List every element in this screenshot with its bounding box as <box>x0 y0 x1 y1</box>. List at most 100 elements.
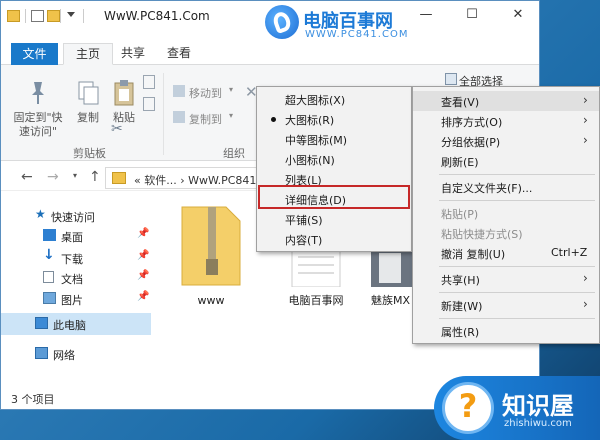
menu-item-paste-shortcut[interactable]: 粘贴快捷方式(S) <box>413 223 599 243</box>
menu-item-small-icons[interactable]: 小图标(N) <box>257 149 411 169</box>
view-submenu: 超大图标(X) 大图标(R) 中等图标(M) 小图标(N) 列表(L) 详细信息… <box>256 86 412 252</box>
copy-to-button[interactable]: 复制到 <box>189 111 222 127</box>
menu-item-large-icons[interactable]: 大图标(R) <box>257 109 411 129</box>
properties-checkbox-icon[interactable] <box>31 10 44 22</box>
menu-item-label: 新建(W) <box>441 300 483 313</box>
paste-shortcut-icon[interactable] <box>143 97 155 111</box>
badge-glyph: ? <box>458 387 478 425</box>
recent-locations-chevron-icon[interactable]: ▾ <box>73 171 77 180</box>
logo-icon <box>265 5 299 39</box>
pin-icon[interactable]: 📌 <box>137 291 149 302</box>
nav-item-pictures[interactable]: 图片 📌 <box>1 288 151 310</box>
tab-share[interactable]: 共享 <box>109 43 157 65</box>
download-arrow-icon: ↓ <box>43 247 55 263</box>
forward-arrow-icon[interactable]: → <box>47 169 59 185</box>
menu-item-undo-copy[interactable]: 撤消 复制(U) Ctrl+Z <box>413 243 599 263</box>
pin-to-quick-access-button[interactable]: 固定到"快 速访问" <box>7 79 69 139</box>
nav-item-quick-access[interactable]: ★ 快速访问 <box>1 205 151 227</box>
nav-item-this-pc[interactable]: 此电脑 <box>1 313 151 335</box>
menu-item-label: 刷新(E) <box>441 156 479 169</box>
menu-item-refresh[interactable]: 刷新(E) <box>413 151 599 171</box>
selected-bullet-icon <box>271 117 276 122</box>
menu-item-properties[interactable]: 属性(R) <box>413 321 599 341</box>
photo-thumbnail-icon <box>371 247 415 287</box>
menu-item-paste[interactable]: 粘贴(P) <box>413 203 599 223</box>
menu-item-content[interactable]: 内容(T) <box>257 229 411 249</box>
menu-item-label: 撤消 复制(U) <box>441 248 506 261</box>
tab-home[interactable]: 主页 <box>63 43 114 65</box>
menu-item-share[interactable]: 共享(H) › <box>413 269 599 289</box>
copy-to-icon <box>173 111 185 123</box>
star-icon: ★ <box>35 207 46 221</box>
clipboard-group-label: 剪贴板 <box>73 147 106 160</box>
menu-item-label: 小图标(N) <box>285 154 335 167</box>
menu-item-view[interactable]: 查看(V) › <box>413 91 599 111</box>
desktop-icon <box>43 229 56 241</box>
menu-item-sort-by[interactable]: 排序方式(O) › <box>413 111 599 131</box>
zip-folder-icon <box>181 206 241 286</box>
menu-item-label: 排序方式(O) <box>441 116 503 129</box>
menu-item-label: 粘贴(P) <box>441 208 479 221</box>
pin-icon[interactable]: 📌 <box>137 228 149 239</box>
pin-icon <box>32 82 44 104</box>
menu-item-label: 属性(R) <box>441 326 480 339</box>
nav-item-label: 下载 <box>61 253 83 266</box>
menu-item-group-by[interactable]: 分组依据(P) › <box>413 131 599 151</box>
window-title: WwW.PC841.Com <box>104 9 210 23</box>
chevron-right-icon: › <box>583 93 588 107</box>
nav-item-label: 快速访问 <box>51 211 95 224</box>
menu-item-label: 分组依据(P) <box>441 136 501 149</box>
nav-item-desktop[interactable]: 桌面 📌 <box>1 225 151 247</box>
nav-item-network[interactable]: 网络 <box>1 343 151 365</box>
back-arrow-icon[interactable]: ← <box>21 169 33 185</box>
menu-item-label: 平铺(S) <box>285 214 323 227</box>
menu-item-label: 自定义文件夹(F)... <box>441 182 533 195</box>
maximize-button[interactable]: ☐ <box>449 1 495 31</box>
menu-item-extra-large-icons[interactable]: 超大图标(X) <box>257 89 411 109</box>
pin-label: 固定到"快 速访问" <box>13 111 63 138</box>
file-item[interactable]: www <box>173 203 249 307</box>
nav-item-downloads[interactable]: ↓ 下载 📌 <box>1 247 151 269</box>
context-menu: 查看(V) › 排序方式(O) › 分组依据(P) › 刷新(E) 自定义文件夹… <box>412 86 600 344</box>
nav-item-label: 文档 <box>61 273 83 286</box>
minimize-button[interactable]: — <box>403 1 449 31</box>
move-to-button[interactable]: 移动到 <box>189 85 222 101</box>
group-divider <box>163 73 164 155</box>
address-path: « 软件... › WwW.PC841 › <box>134 174 265 187</box>
menu-separator <box>439 174 595 175</box>
paste-button[interactable]: 粘贴 <box>107 79 141 125</box>
close-button[interactable]: ✕ <box>495 1 539 31</box>
menu-item-label: 超大图标(X) <box>285 94 346 107</box>
copy-button[interactable]: 复制 <box>71 79 105 125</box>
cut-scissors-icon[interactable]: ✂ <box>111 121 123 137</box>
menu-item-tiles[interactable]: 平铺(S) <box>257 209 411 229</box>
file-item[interactable]: 电脑百事网 <box>271 246 361 308</box>
file-name: 电脑百事网 <box>288 294 344 307</box>
nav-item-label: 桌面 <box>61 231 83 244</box>
badge-url: zhishiwu.com <box>504 418 572 429</box>
menu-item-new[interactable]: 新建(W) › <box>413 295 599 315</box>
site-badge: ? 知识屋 zhishiwu.com <box>434 376 600 440</box>
nav-item-documents[interactable]: 文档 📌 <box>1 267 151 289</box>
copy-path-icon[interactable] <box>143 75 155 89</box>
up-arrow-icon[interactable]: ↑ <box>89 169 101 185</box>
customize-toolbar-dropdown-icon[interactable] <box>67 12 75 17</box>
pin-icon[interactable]: 📌 <box>137 250 149 261</box>
menu-item-customize-folder[interactable]: 自定义文件夹(F)... <box>413 177 599 197</box>
menu-separator <box>439 292 595 293</box>
menu-separator <box>439 266 595 267</box>
tab-view[interactable]: 查看 <box>155 43 203 65</box>
nav-item-label: 此电脑 <box>53 319 86 332</box>
paste-icon <box>114 80 134 106</box>
file-item[interactable]: 魅族MX <box>371 247 415 308</box>
tab-file[interactable]: 文件 <box>11 43 58 65</box>
move-to-icon <box>173 85 185 97</box>
pin-icon[interactable]: 📌 <box>137 270 149 281</box>
badge-title: 知识屋 <box>502 392 574 420</box>
folder-icon <box>7 10 20 22</box>
nav-item-label: 网络 <box>53 349 75 362</box>
title-bar: WwW.PC841.Com 电脑百事网 WWW.PC841.COM — ☐ ✕ <box>1 1 539 40</box>
menu-item-medium-icons[interactable]: 中等图标(M) <box>257 129 411 149</box>
new-folder-icon[interactable] <box>47 10 60 22</box>
chevron-down-icon: ▾ <box>229 111 234 120</box>
